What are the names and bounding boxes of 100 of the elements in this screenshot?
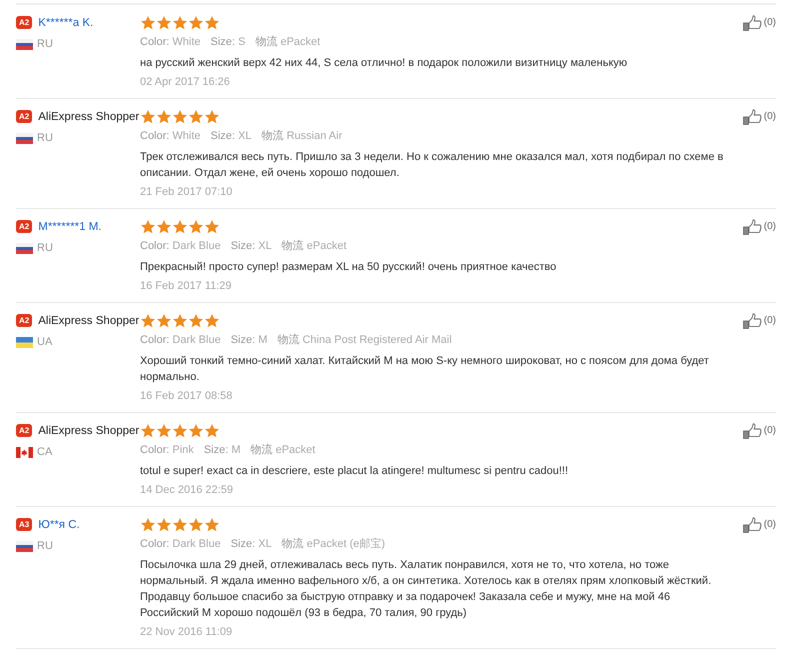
size-label: Size: bbox=[230, 240, 256, 252]
level-badge: A2 bbox=[16, 16, 32, 29]
thumbs-up-icon[interactable] bbox=[742, 423, 763, 439]
star-icon bbox=[172, 109, 188, 125]
color-label: Color: bbox=[140, 334, 170, 346]
star-icon bbox=[188, 517, 204, 533]
like-count: (0) bbox=[764, 220, 776, 234]
color-value: White bbox=[172, 36, 201, 48]
star-icon bbox=[156, 423, 172, 439]
shipping-value: ePacket bbox=[280, 36, 320, 48]
star-icon bbox=[204, 219, 220, 235]
reviewer-link[interactable]: Ю**я С. bbox=[38, 519, 80, 531]
level-badge: A2 bbox=[16, 220, 32, 233]
reviewer-name: AliExpress Shopper bbox=[38, 111, 140, 123]
country-code: RU bbox=[37, 539, 53, 554]
star-icon bbox=[204, 109, 220, 125]
color-label: Color: bbox=[140, 36, 170, 48]
shipping-value: ePacket bbox=[276, 444, 316, 456]
star-icon bbox=[204, 517, 220, 533]
star-icon bbox=[204, 15, 220, 31]
size-value: XL bbox=[258, 240, 272, 252]
color-value: Dark Blue bbox=[172, 240, 221, 252]
star-icon bbox=[140, 423, 156, 439]
review-text: Трек отслеживался весь путь. Пришло за 3 недели. Но к сожалению мне оказался мал, хотя подбирал по схеме в описании. Отдал жене, ей очень хорошо подошел. bbox=[140, 150, 724, 180]
flag-icon bbox=[16, 242, 33, 254]
review-text: Посылочка шла 29 дней, отлеживалась весь путь. Халатик понравился, хотя не то, что хотела, но тоже нормальный. Я ждала именно вафельного х/б, а он синтетика. Хотелось как в отелях прям хлопковый жёсткий. Продавцу большое спасибо за быструю отправку и за подарочек! Заказала себе и мужу, мне на мой 46 Российский M хорошо подошёл (93 в бедра, 70 талия, 90 грудь) bbox=[140, 558, 712, 620]
size-label: Size: bbox=[230, 538, 256, 550]
flag-icon bbox=[16, 38, 33, 50]
review-date: 22 Nov 2016 11:09 bbox=[140, 624, 234, 640]
reviewer-link[interactable]: K******a K. bbox=[38, 17, 94, 29]
level-badge: A3 bbox=[16, 518, 32, 531]
color-value: Pink bbox=[172, 444, 194, 456]
review-text: Хороший тонкий темно-синий халат. Китайский M на мою S-ку немного широковат, но с поясом для дома будет нормально. bbox=[140, 354, 710, 384]
country-code: CA bbox=[37, 445, 52, 460]
size-value: XL bbox=[238, 130, 252, 142]
size-value: M bbox=[258, 334, 268, 346]
size-label: Size: bbox=[230, 334, 256, 346]
color-label: Color: bbox=[140, 130, 170, 142]
shipping-label: 物流 bbox=[255, 36, 278, 48]
color-label: Color: bbox=[140, 444, 170, 456]
size-label: Size: bbox=[210, 36, 235, 48]
country-code: RU bbox=[37, 131, 53, 146]
shipping-label: 物流 bbox=[262, 130, 284, 142]
star-icon bbox=[140, 15, 156, 31]
star-icon bbox=[172, 313, 188, 329]
star-icon bbox=[156, 109, 172, 125]
review-date: 16 Feb 2017 11:29 bbox=[140, 278, 233, 294]
like-count: (0) bbox=[764, 314, 776, 328]
thumbs-up-icon[interactable] bbox=[742, 15, 763, 31]
thumbs-up-icon[interactable] bbox=[742, 517, 763, 533]
country-code: RU bbox=[37, 241, 53, 256]
color-value: White bbox=[172, 130, 201, 142]
shipping-label: 物流 bbox=[282, 240, 304, 252]
reviewer-name: AliExpress Shopper bbox=[38, 315, 140, 327]
like-count: (0) bbox=[764, 424, 776, 438]
size-label: Size: bbox=[210, 130, 235, 142]
shipping-value: ePacket (e邮宝) bbox=[306, 538, 386, 550]
review-text: Прекрасный! просто супер! размерам XL на 50 русский! очень приятное качество bbox=[140, 260, 558, 274]
star-icon bbox=[156, 517, 172, 533]
review-date: 02 Apr 2017 16:26 bbox=[140, 74, 231, 90]
color-value: Dark Blue bbox=[172, 538, 221, 550]
star-icon bbox=[140, 313, 156, 329]
country-code: UA bbox=[37, 335, 52, 350]
review-date: 14 Dec 2016 22:59 bbox=[140, 482, 234, 498]
size-value: XL bbox=[258, 538, 272, 550]
shipping-value: ePacket bbox=[306, 240, 347, 252]
star-icon bbox=[156, 313, 172, 329]
star-icon bbox=[188, 313, 204, 329]
star-icon bbox=[188, 109, 204, 125]
star-icon bbox=[140, 517, 156, 533]
size-value: S bbox=[238, 36, 246, 48]
star-icon bbox=[156, 219, 172, 235]
reviewer-name: AliExpress Shopper bbox=[38, 425, 140, 437]
star-icon bbox=[188, 15, 204, 31]
level-badge: A2 bbox=[16, 110, 32, 123]
level-badge: A2 bbox=[16, 314, 32, 327]
like-count: (0) bbox=[764, 518, 776, 532]
star-icon bbox=[188, 219, 204, 235]
shipping-value: Russian Air bbox=[286, 130, 342, 142]
size-label: Size: bbox=[204, 444, 228, 456]
review-date: 21 Feb 2017 07:10 bbox=[140, 184, 234, 200]
thumbs-up-icon[interactable] bbox=[742, 109, 763, 125]
level-badge: A2 bbox=[16, 424, 32, 437]
like-count: (0) bbox=[764, 110, 776, 124]
review-text: на русский женский верх 42 них 44, S села отлично! в подарок положили визитницу маленькую bbox=[140, 56, 628, 70]
star-icon bbox=[172, 15, 188, 31]
star-icon bbox=[172, 517, 188, 533]
shipping-label: 物流 bbox=[277, 334, 300, 346]
review-date: 16 Feb 2017 08:58 bbox=[140, 388, 234, 404]
size-value: M bbox=[231, 444, 241, 456]
star-icon bbox=[204, 313, 220, 329]
country-code: RU bbox=[37, 37, 53, 52]
color-label: Color: bbox=[140, 240, 170, 252]
flag-icon bbox=[16, 446, 33, 458]
reviewer-link[interactable]: M*******1 M. bbox=[38, 221, 102, 233]
color-value: Dark Blue bbox=[172, 334, 221, 346]
thumbs-up-icon[interactable] bbox=[742, 313, 763, 329]
thumbs-up-icon[interactable] bbox=[742, 219, 763, 235]
star-icon bbox=[172, 423, 188, 439]
star-icon bbox=[188, 423, 204, 439]
